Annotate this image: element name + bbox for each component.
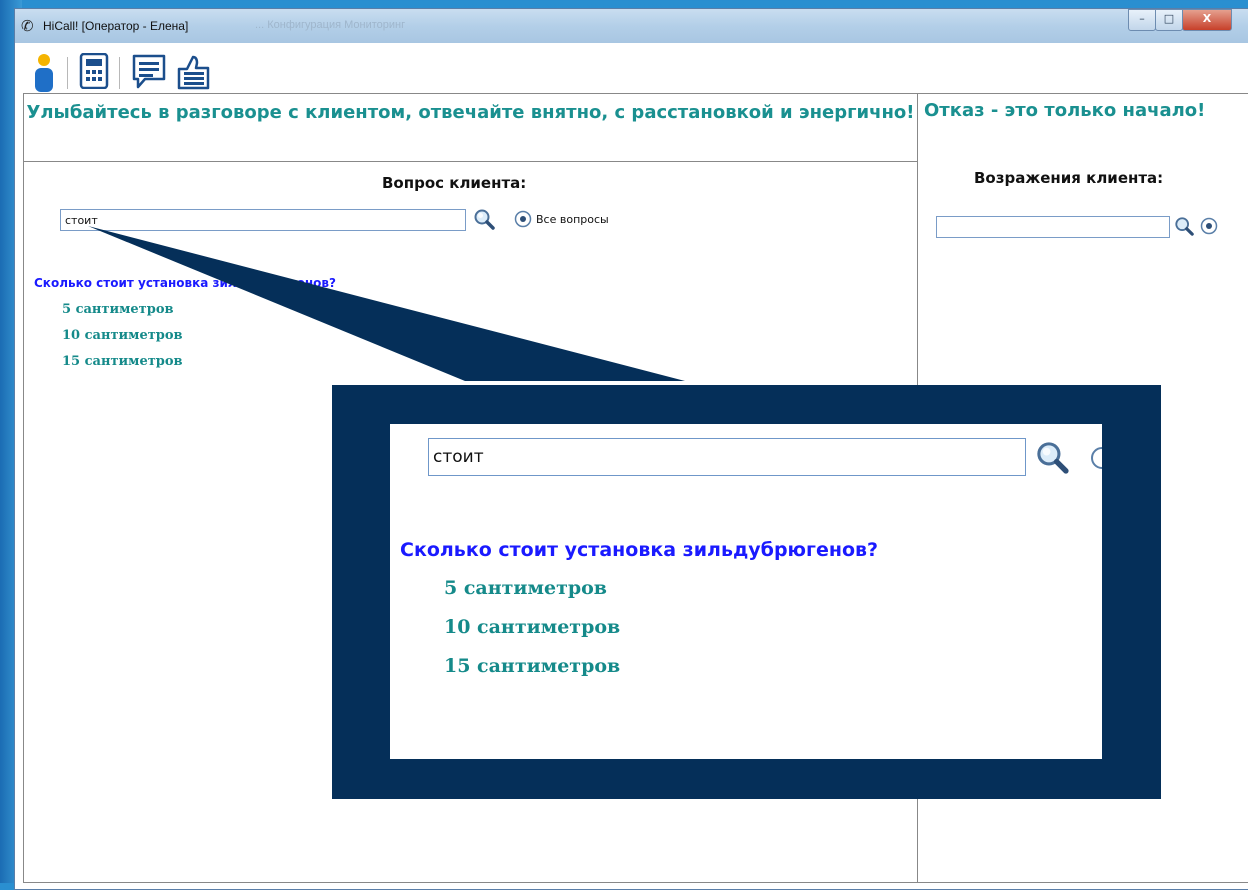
phone-icon: ✆ [21,17,34,35]
search-icon[interactable] [1174,216,1194,236]
left-banner: Улыбайтесь в разговоре с клиентом, отвеч… [24,94,917,162]
zoomed-question[interactable]: Сколько стоит установка зильдубрюгенов? [400,539,878,561]
minimize-button[interactable]: – [1128,9,1156,31]
calculator-icon[interactable] [79,53,109,89]
ghost-menu: ... Конфигурация Мониторинг [255,19,406,31]
thumbs-up-icon[interactable] [175,53,213,91]
search-icon[interactable] [473,208,495,230]
question-search-input[interactable] [60,209,466,231]
all-questions-radio-icon[interactable] [514,210,532,228]
toolbar-separator [119,57,120,89]
all-questions-label[interactable]: Все вопросы [536,213,609,226]
chat-icon[interactable] [131,53,167,91]
right-banner: Отказ - это только начало! [924,100,1206,121]
zoomed-answer[interactable]: 5 сантиметров [444,577,607,599]
answer-item[interactable]: 10 сантиметров [62,328,183,343]
title-bar[interactable]: ✆ HiCall! [Оператор - Елена] ... Конфигу… [15,9,1248,44]
zoomed-search-input[interactable] [428,438,1026,476]
zoom-callout: Сколько стоит установка зильдубрюгенов? … [332,385,1161,799]
objections-title: Возражения клиента: [974,169,1164,187]
operator-icon[interactable] [31,53,57,93]
zoomed-radio-icon[interactable] [1090,446,1102,470]
zoom-callout-content: Сколько стоит установка зильдубрюгенов? … [390,424,1102,759]
toolbar [15,43,1248,93]
all-objections-radio-icon[interactable] [1200,217,1218,235]
maximize-button[interactable]: □ [1155,9,1183,31]
zoomed-answer[interactable]: 15 сантиметров [444,655,620,677]
questions-title: Вопрос клиента: [382,174,527,192]
answer-item[interactable]: 15 сантиметров [62,354,183,369]
objection-search-input[interactable] [936,216,1170,238]
question-link[interactable]: Сколько стоит установка зильдубрюгенов? [34,276,336,290]
toolbar-separator [67,57,68,89]
window-title: HiCall! [Оператор - Елена] [43,19,189,33]
answer-item[interactable]: 5 сантиметров [62,302,174,317]
zoomed-search-icon[interactable] [1035,440,1069,474]
zoomed-answer[interactable]: 10 сантиметров [444,616,620,638]
close-button[interactable]: X [1182,9,1232,31]
